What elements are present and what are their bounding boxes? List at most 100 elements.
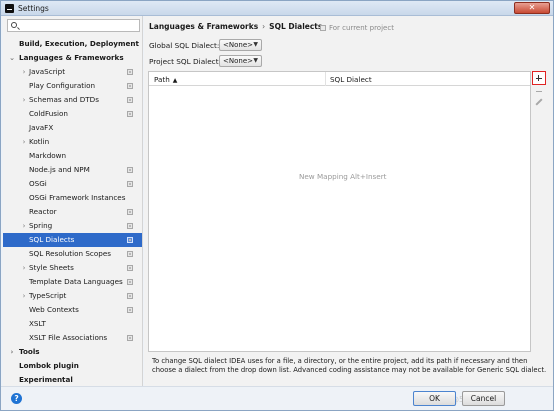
chevron-right-icon[interactable]: › — [20, 93, 28, 107]
tree-item[interactable]: › Kotlin — [3, 135, 142, 149]
chevron-right-icon[interactable]: › — [20, 135, 28, 149]
tree-item[interactable]: XSLT — [3, 317, 142, 331]
project-dialect-value: <None> — [223, 57, 253, 65]
tree-item[interactable]: Node.js and NPM — [3, 163, 142, 177]
chevron-down-icon: ▼ — [253, 57, 258, 64]
tree-item-label: Play Configuration — [29, 81, 96, 90]
table-header: Path ▲ SQL Dialect — [149, 72, 530, 86]
add-mapping-button[interactable] — [532, 71, 546, 85]
project-scope-icon — [127, 265, 133, 271]
settings-window: Settings ✕ Build, Execution, Deployment ⌄… — [0, 0, 554, 411]
empty-table-hint[interactable]: New Mapping Alt+Insert — [299, 172, 386, 181]
global-dialect-value: <None> — [223, 41, 253, 49]
project-scope-icon — [127, 111, 133, 117]
for-current-project-note: For current project — [320, 24, 394, 32]
tree-item[interactable]: Markdown — [3, 149, 142, 163]
tree-item[interactable]: OSGi — [3, 177, 142, 191]
tree-item[interactable]: Template Data Languages — [3, 275, 142, 289]
project-scope-icon — [127, 209, 133, 215]
column-header-path[interactable]: Path ▲ — [154, 75, 177, 84]
tree-item-label: Lombok plugin — [19, 361, 79, 370]
chevron-right-icon[interactable]: › — [20, 261, 28, 275]
tree-item[interactable]: OSGi Framework Instances — [3, 191, 142, 205]
tree-item-label: TypeScript — [29, 291, 67, 300]
tree-item[interactable]: JavaFX — [3, 121, 142, 135]
sort-ascending-icon: ▲ — [172, 77, 178, 84]
project-dialect-label: Project SQL Dialect: — [149, 57, 222, 66]
project-scope-icon — [127, 69, 133, 75]
column-header-sql-dialect[interactable]: SQL Dialect — [330, 75, 372, 84]
tree-item[interactable]: › Tools — [3, 345, 142, 359]
tree-item-label: Kotlin — [29, 137, 50, 146]
search-input[interactable] — [20, 20, 138, 31]
tree-item[interactable]: XSLT File Associations — [3, 331, 142, 345]
chevron-right-icon[interactable]: › — [20, 65, 28, 79]
project-scope-icon — [127, 237, 133, 243]
help-icon[interactable]: ? — [11, 393, 22, 404]
tree-item-label: SQL Resolution Scopes — [29, 249, 111, 258]
tree-item-label: Web Contexts — [29, 305, 79, 314]
tree-item-label: JavaScript — [29, 67, 66, 76]
search-icon — [11, 22, 17, 28]
project-scope-icon — [127, 335, 133, 341]
table-toolbar — [531, 71, 547, 131]
sql-dialects-panel: Languages & Frameworks › SQL Dialects For … — [144, 16, 553, 386]
tree-item[interactable]: Lombok plugin — [3, 359, 142, 373]
project-scope-icon — [127, 181, 133, 187]
global-dialect-label: Global SQL Dialect: — [149, 41, 220, 50]
project-dialect-dropdown[interactable]: <None> ▼ — [219, 55, 262, 67]
project-scope-icon — [127, 97, 133, 103]
breadcrumb-parent[interactable]: Languages & Frameworks — [149, 22, 258, 31]
tree-item-label: OSGi Framework Instances — [29, 193, 126, 202]
tree-item[interactable]: Experimental — [3, 373, 142, 386]
tree-item[interactable]: ColdFusion — [3, 107, 142, 121]
for-current-project-label: For current project — [329, 24, 394, 32]
edit-icon[interactable] — [535, 98, 543, 106]
project-scope-icon — [127, 307, 133, 313]
tree-item[interactable]: Play Configuration — [3, 79, 142, 93]
tree-item-label: Build, Execution, Deployment — [19, 39, 139, 48]
chevron-right-icon[interactable]: › — [20, 289, 28, 303]
chevron-down-icon: ▼ — [253, 41, 258, 48]
global-dialect-dropdown[interactable]: <None> ▼ — [219, 39, 262, 51]
chevron-down-icon[interactable]: ⌄ — [8, 51, 16, 65]
remove-icon[interactable] — [536, 91, 542, 93]
chevron-right-icon[interactable]: › — [20, 219, 28, 233]
tree-item-label: Languages & Frameworks — [19, 53, 124, 62]
tree-item[interactable]: › Schemas and DTDs — [3, 93, 142, 107]
tree-item-label: XSLT — [29, 319, 46, 328]
search-box[interactable] — [7, 19, 140, 32]
tree-item[interactable]: Build, Execution, Deployment — [3, 37, 142, 51]
tree-item-label: Markdown — [29, 151, 67, 160]
title-bar[interactable]: Settings ✕ — [1, 1, 553, 16]
chevron-right-icon[interactable]: › — [8, 345, 16, 359]
tree-item-label: XSLT File Associations — [29, 333, 108, 342]
tree-item[interactable]: ⌄ Languages & Frameworks — [3, 51, 142, 65]
tree-item[interactable]: SQL Resolution Scopes — [3, 247, 142, 261]
project-scope-icon — [127, 279, 133, 285]
tree-item[interactable]: SQL Dialects — [3, 233, 142, 247]
project-scope-icon — [127, 223, 133, 229]
ok-button[interactable]: OK — [413, 391, 456, 406]
tree-item[interactable]: › Spring — [3, 219, 142, 233]
dialect-mappings-table[interactable]: Path ▲ SQL Dialect New Mapping Alt+Insert — [148, 71, 531, 352]
tree-item[interactable]: Reactor — [3, 205, 142, 219]
window-close-button[interactable]: ✕ — [514, 2, 550, 14]
window-title: Settings — [18, 4, 49, 13]
tree-item-label: Reactor — [29, 207, 57, 216]
tree-item-label: Node.js and NPM — [29, 165, 90, 174]
breadcrumb-current: SQL Dialects — [269, 22, 323, 31]
tree-item[interactable]: › JavaScript — [3, 65, 142, 79]
tree-item[interactable]: › TypeScript — [3, 289, 142, 303]
dialog-button-bar: ? @51CTO博客 OK Cancel — [1, 386, 553, 410]
tree-item-label: Schemas and DTDs — [29, 95, 99, 104]
tree-item-label: JavaFX — [29, 123, 54, 132]
settings-tree-panel: Build, Execution, Deployment ⌄ Languages &… — [3, 16, 143, 386]
tree-item[interactable]: › Style Sheets — [3, 261, 142, 275]
tree-item-label: Style Sheets — [29, 263, 74, 272]
cancel-button[interactable]: Cancel — [462, 391, 505, 406]
tree-item[interactable]: Web Contexts — [3, 303, 142, 317]
breadcrumb: Languages & Frameworks › SQL Dialects — [149, 22, 322, 31]
column-divider[interactable] — [325, 72, 326, 86]
breadcrumb-separator: › — [262, 22, 266, 31]
